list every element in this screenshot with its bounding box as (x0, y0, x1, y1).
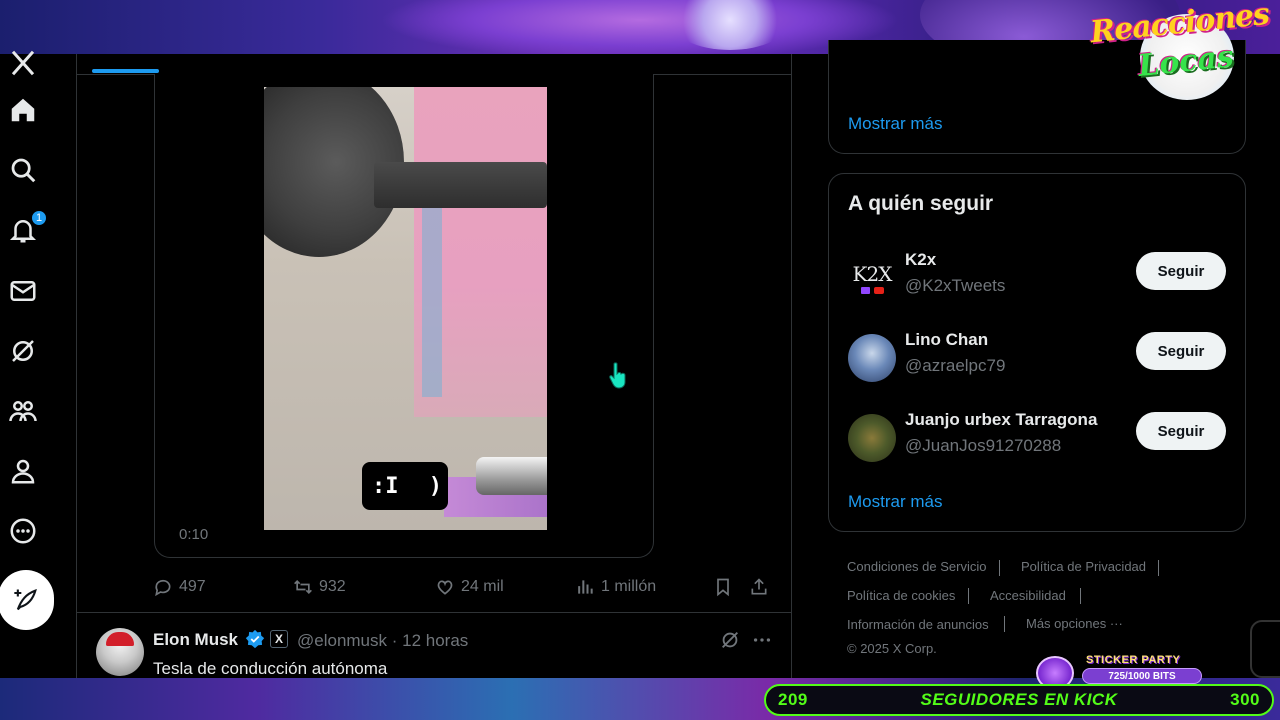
cookies-link[interactable]: Política de cookies (847, 588, 955, 603)
suggestion-handle: @azraelpc79 (905, 356, 1006, 375)
x-logo-icon[interactable] (6, 46, 40, 80)
video-timestamp: 0:10 (179, 526, 209, 543)
screen: 1:I) 0:10 497 932 24 mil 1 millón Elon… (0, 0, 1280, 720)
video-metal-pipe (476, 457, 547, 495)
sticker-party-widget: STICKER PARTY 725/1000 BITS (1036, 654, 1206, 690)
video-bg-stripe (422, 197, 442, 397)
overlay-swirl (380, 0, 900, 60)
follow-button[interactable]: Seguir (1136, 332, 1226, 370)
repost-action[interactable]: 932 (293, 574, 346, 600)
suggestion-handle: @K2xTweets (905, 276, 1006, 295)
reply-icon (155, 579, 171, 597)
overlay-corner-widget (1250, 620, 1280, 678)
avatar[interactable]: K2X (848, 254, 896, 302)
suggestion-name[interactable]: K2x (905, 250, 936, 270)
footer-separator (968, 588, 969, 604)
avatar-logo-text: K2X (852, 262, 893, 286)
tweet-author-name[interactable]: Elon Musk (153, 630, 238, 650)
footer-links: Condiciones de Servicio Política de Priv… (847, 552, 1247, 662)
show-more-link[interactable]: Mostrar más (848, 492, 942, 512)
kick-goal-label: SEGUIDORES EN KICK (920, 690, 1118, 709)
footer-separator (1080, 588, 1081, 604)
follow-button[interactable]: Seguir (1136, 412, 1226, 450)
avatar[interactable] (96, 628, 144, 676)
kick-followers-goal: 209 SEGUIDORES EN KICK 300 (764, 684, 1274, 716)
suggestion-item[interactable]: Juanjo urbex Tarragona @JuanJos91270288 … (829, 406, 1245, 470)
like-action[interactable]: 24 mil (435, 574, 504, 600)
footer-separator (1004, 616, 1005, 632)
bookmark-icon (717, 578, 729, 597)
heart-icon (437, 580, 453, 595)
more-options-icon[interactable] (751, 629, 773, 651)
more-circle-icon[interactable] (6, 514, 40, 548)
sticker-bits-progress: 725/1000 BITS (1082, 668, 1202, 684)
post-button[interactable] (0, 570, 54, 630)
views-count: 1 millón (601, 578, 657, 595)
copyright-text: © 2025 X Corp. (847, 641, 937, 656)
kick-goal-current: 209 (778, 690, 808, 709)
active-tab-indicator (92, 69, 159, 73)
suggestion-name[interactable]: Lino Chan (905, 330, 988, 350)
post-feather-icon (14, 588, 37, 611)
share-action[interactable] (749, 574, 769, 600)
show-more-link[interactable]: Mostrar más (848, 114, 942, 134)
repost-icon (294, 579, 312, 595)
mail-icon[interactable] (6, 274, 40, 308)
bookmark-action[interactable] (713, 574, 733, 600)
ads-info-link[interactable]: Información de anuncios (847, 617, 989, 632)
hand-cursor-icon (609, 362, 626, 389)
suggestion-handle: @JuanJos91270288 (905, 436, 1062, 455)
video-face-caption: :I ) (362, 462, 448, 510)
notifications-bell-icon[interactable]: 1 (6, 209, 48, 247)
sticker-title: STICKER PARTY (1086, 654, 1181, 666)
tweet-handle-time: @elonmusk · 12 horas (297, 631, 469, 650)
suggestion-item[interactable]: Lino Chan @azraelpc79 Seguir (829, 326, 1245, 390)
video-face-text: :I (372, 473, 399, 499)
avatar[interactable] (848, 334, 896, 382)
notification-badge: 1 (30, 209, 48, 227)
share-icon (751, 578, 767, 595)
verified-badge-icon (245, 629, 265, 649)
reply-count: 497 (179, 578, 206, 595)
tweet-actions: 497 932 24 mil 1 millón (153, 574, 773, 604)
tweet-text: Tesla de conducción autónoma (153, 659, 388, 678)
who-to-follow-panel: A quién seguir K2X K2x @K2xTweets Seguir… (828, 173, 1246, 532)
privacy-link[interactable]: Política de Privacidad (1021, 559, 1146, 574)
video-face-paren: ) (428, 473, 442, 499)
like-count: 24 mil (461, 578, 504, 595)
terms-link[interactable]: Condiciones de Servicio (847, 559, 986, 574)
grok-icon[interactable] (6, 334, 40, 368)
kick-goal-target: 300 (1230, 690, 1260, 709)
channel-logo: Reacciones Locas (1089, 0, 1280, 100)
reply-action[interactable]: 497 (153, 574, 206, 600)
affiliate-x-badge: X (270, 630, 288, 648)
suggestion-item[interactable]: K2X K2x @K2xTweets Seguir (829, 246, 1245, 310)
more-options-link[interactable]: Más opciones ··· (1026, 616, 1123, 631)
views-chart-icon (578, 580, 593, 594)
home-icon[interactable] (6, 93, 40, 127)
follow-button[interactable]: Seguir (1136, 252, 1226, 290)
panel-title: A quién seguir (848, 192, 994, 215)
views-action[interactable]: 1 millón (575, 574, 656, 600)
footer-separator (999, 560, 1000, 576)
video-bar-object (374, 162, 547, 208)
repost-count: 932 (319, 578, 346, 595)
video-card[interactable]: :I ) 0:10 (154, 74, 654, 558)
avatar-social-icons (860, 287, 884, 294)
grok-explain-icon[interactable] (719, 629, 741, 651)
suggestion-name[interactable]: Juanjo urbex Tarragona (905, 410, 1097, 430)
communities-icon[interactable] (6, 394, 40, 428)
left-navigation: 1 (0, 50, 76, 678)
tweet-elon[interactable]: Elon Musk X @elonmusk · 12 horas Tesla d… (77, 613, 791, 679)
accessibility-link[interactable]: Accesibilidad (990, 588, 1066, 603)
profile-icon[interactable] (6, 454, 40, 488)
search-icon[interactable] (6, 153, 40, 187)
avatar[interactable] (848, 414, 896, 462)
santa-hat (106, 632, 134, 646)
footer-separator (1158, 560, 1159, 576)
video-player[interactable]: :I ) (264, 87, 547, 530)
timeline-column: :I ) 0:10 497 932 24 mil 1 millón Elon M… (76, 54, 792, 678)
